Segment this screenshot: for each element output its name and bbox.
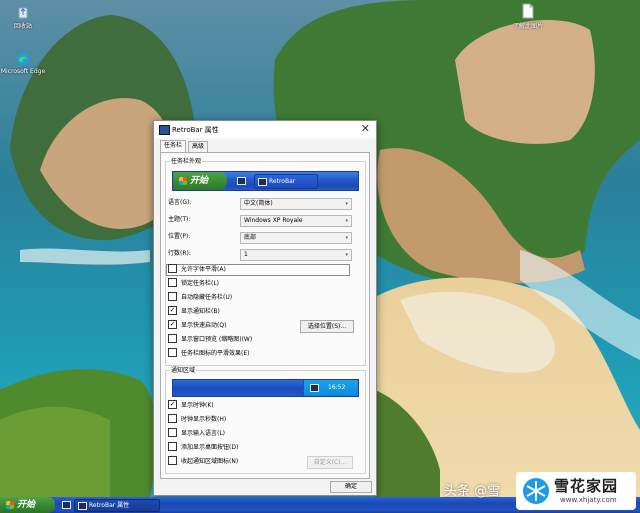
desktop-icon-edge[interactable]: Microsoft Edge (0, 52, 46, 75)
chevron-down-icon: ▾ (345, 252, 348, 258)
check-icon: ✓ (168, 400, 177, 409)
tab-taskbar[interactable]: 任务栏 (160, 140, 187, 152)
checkbox-show-notification-area[interactable]: ✓ 显示通知栏(B) (168, 306, 220, 316)
check-icon: ✓ (168, 320, 177, 329)
chevron-down-icon: ▾ (345, 218, 348, 224)
watermark-logo-url: www.xhjaty.com (560, 496, 617, 504)
edge-icon (17, 53, 29, 65)
ok-button[interactable]: 确定 (330, 481, 372, 493)
taskbar-task-retrobar[interactable]: RetroBar 属性 (74, 499, 160, 512)
checkbox-box (168, 414, 177, 423)
tab-panel-taskbar: 任务栏外观 开始 RetroBar 语言(G): 中文(简体) ▾ 主题(T): … (160, 152, 370, 479)
dialog-title: RetroBar 属性 (172, 126, 219, 134)
quick-launch-icon (237, 177, 246, 185)
recycle-bin-icon (18, 7, 28, 19)
desktop-icon-label: 回收站 (13, 23, 32, 30)
taskbar-preview: 开始 RetroBar (172, 171, 359, 191)
chevron-down-icon: ▾ (345, 235, 348, 241)
checkbox-box (168, 334, 177, 343)
notification-area-group: 通知区域 16:52 ✓ 显示时钟(K) 时钟显示秒数(H) 显示输入语言(L) … (165, 366, 366, 474)
snowflake-logo-icon (523, 478, 549, 504)
tray-clock: 16:52 (328, 384, 346, 391)
watermark-logo: 雪花家园 www.xhjaty.com (516, 472, 636, 510)
language-label: 语言(G): (168, 199, 192, 206)
checkbox-show-desktop-button[interactable]: 添加显示桌面按钮(D) (168, 442, 238, 452)
quick-launch-icon[interactable] (62, 501, 71, 509)
checkbox-icon-smoothing[interactable]: 任务栏图标的平滑效果(E) (168, 348, 249, 358)
checkbox-lock-taskbar[interactable]: 锁定任务栏(L) (168, 278, 219, 288)
checkbox-box (168, 442, 177, 451)
desktop-icon-label: 了解此图片 (512, 23, 543, 30)
chevron-down-icon: ▾ (345, 201, 348, 207)
watermark-logo-title: 雪花家园 (554, 477, 619, 495)
customize-button[interactable]: 自定义(C)... (307, 456, 353, 469)
taskbar-appearance-group: 任务栏外观 开始 RetroBar 语言(G): 中文(简体) ▾ 主题(T): … (165, 157, 366, 366)
checkbox-input-language[interactable]: 显示输入语言(L) (168, 428, 225, 438)
checkbox-show-clock[interactable]: ✓ 显示时钟(K) (168, 400, 214, 410)
checkbox-box (168, 348, 177, 357)
theme-select[interactable]: Windows XP Royale ▾ (240, 215, 352, 227)
watermark-text: 头条 @雪 (444, 484, 501, 499)
tray-preview: 16:52 (303, 380, 358, 396)
language-select[interactable]: 中文(简体) ▾ (240, 198, 352, 210)
retrobar-app-icon (258, 178, 267, 186)
group-title: 通知区域 (170, 366, 197, 375)
checkbox-window-previews[interactable]: 显示窗口预览 (缩略图)(W) (168, 334, 252, 344)
retrobar-app-icon (78, 502, 87, 510)
retrobar-app-icon (310, 384, 319, 392)
rows-select[interactable]: 1 ▾ (240, 249, 352, 261)
preview-task-button: RetroBar (254, 174, 318, 189)
desktop-icon-recycle-bin[interactable]: 回收站 (0, 5, 46, 30)
theme-label: 主题(T): (168, 216, 191, 223)
choose-location-button[interactable]: 选择位置(S)... (300, 320, 354, 333)
checkbox-collapse-tray-icons[interactable]: 收起通知区域图标(N) (168, 456, 238, 466)
start-button[interactable]: 开始 (0, 497, 55, 513)
close-icon[interactable]: ✕ (361, 122, 370, 135)
retrobar-properties-dialog: RetroBar 属性 ✕ 任务栏 高级 任务栏外观 开始 RetroBar 语… (153, 120, 377, 496)
checkbox-box (168, 428, 177, 437)
checkbox-box (168, 456, 177, 465)
desktop-icon-label: Microsoft Edge (0, 68, 46, 75)
tab-advanced[interactable]: 高级 (188, 141, 209, 152)
checkbox-box (168, 292, 177, 301)
windows-logo-icon (179, 177, 187, 185)
notification-area-preview: 16:52 (172, 379, 359, 397)
group-title: 任务栏外观 (170, 157, 203, 166)
checkbox-show-quick-launch[interactable]: ✓ 显示快速启动(Q) (168, 320, 226, 330)
position-select[interactable]: 底部 ▾ (240, 232, 352, 244)
dialog-titlebar[interactable]: RetroBar 属性 ✕ (154, 121, 376, 138)
checkbox-box (168, 264, 177, 273)
preview-start-button: 开始 (173, 172, 227, 190)
checkbox-auto-hide[interactable]: 自动隐藏任务栏(U) (168, 292, 232, 302)
checkbox-clock-seconds[interactable]: 时钟显示秒数(H) (168, 414, 226, 424)
desktop-icon-learn-picture[interactable]: 了解此图片 (505, 3, 551, 30)
position-label: 位置(P): (168, 233, 191, 240)
document-icon (522, 3, 534, 19)
retrobar-app-icon (159, 125, 170, 135)
rows-label: 行数(R): (168, 250, 191, 257)
checkbox-box (168, 278, 177, 287)
check-icon: ✓ (168, 306, 177, 315)
windows-logo-icon (6, 501, 14, 509)
checkbox-font-smoothing[interactable]: 允许字体平滑(A) (168, 264, 226, 274)
